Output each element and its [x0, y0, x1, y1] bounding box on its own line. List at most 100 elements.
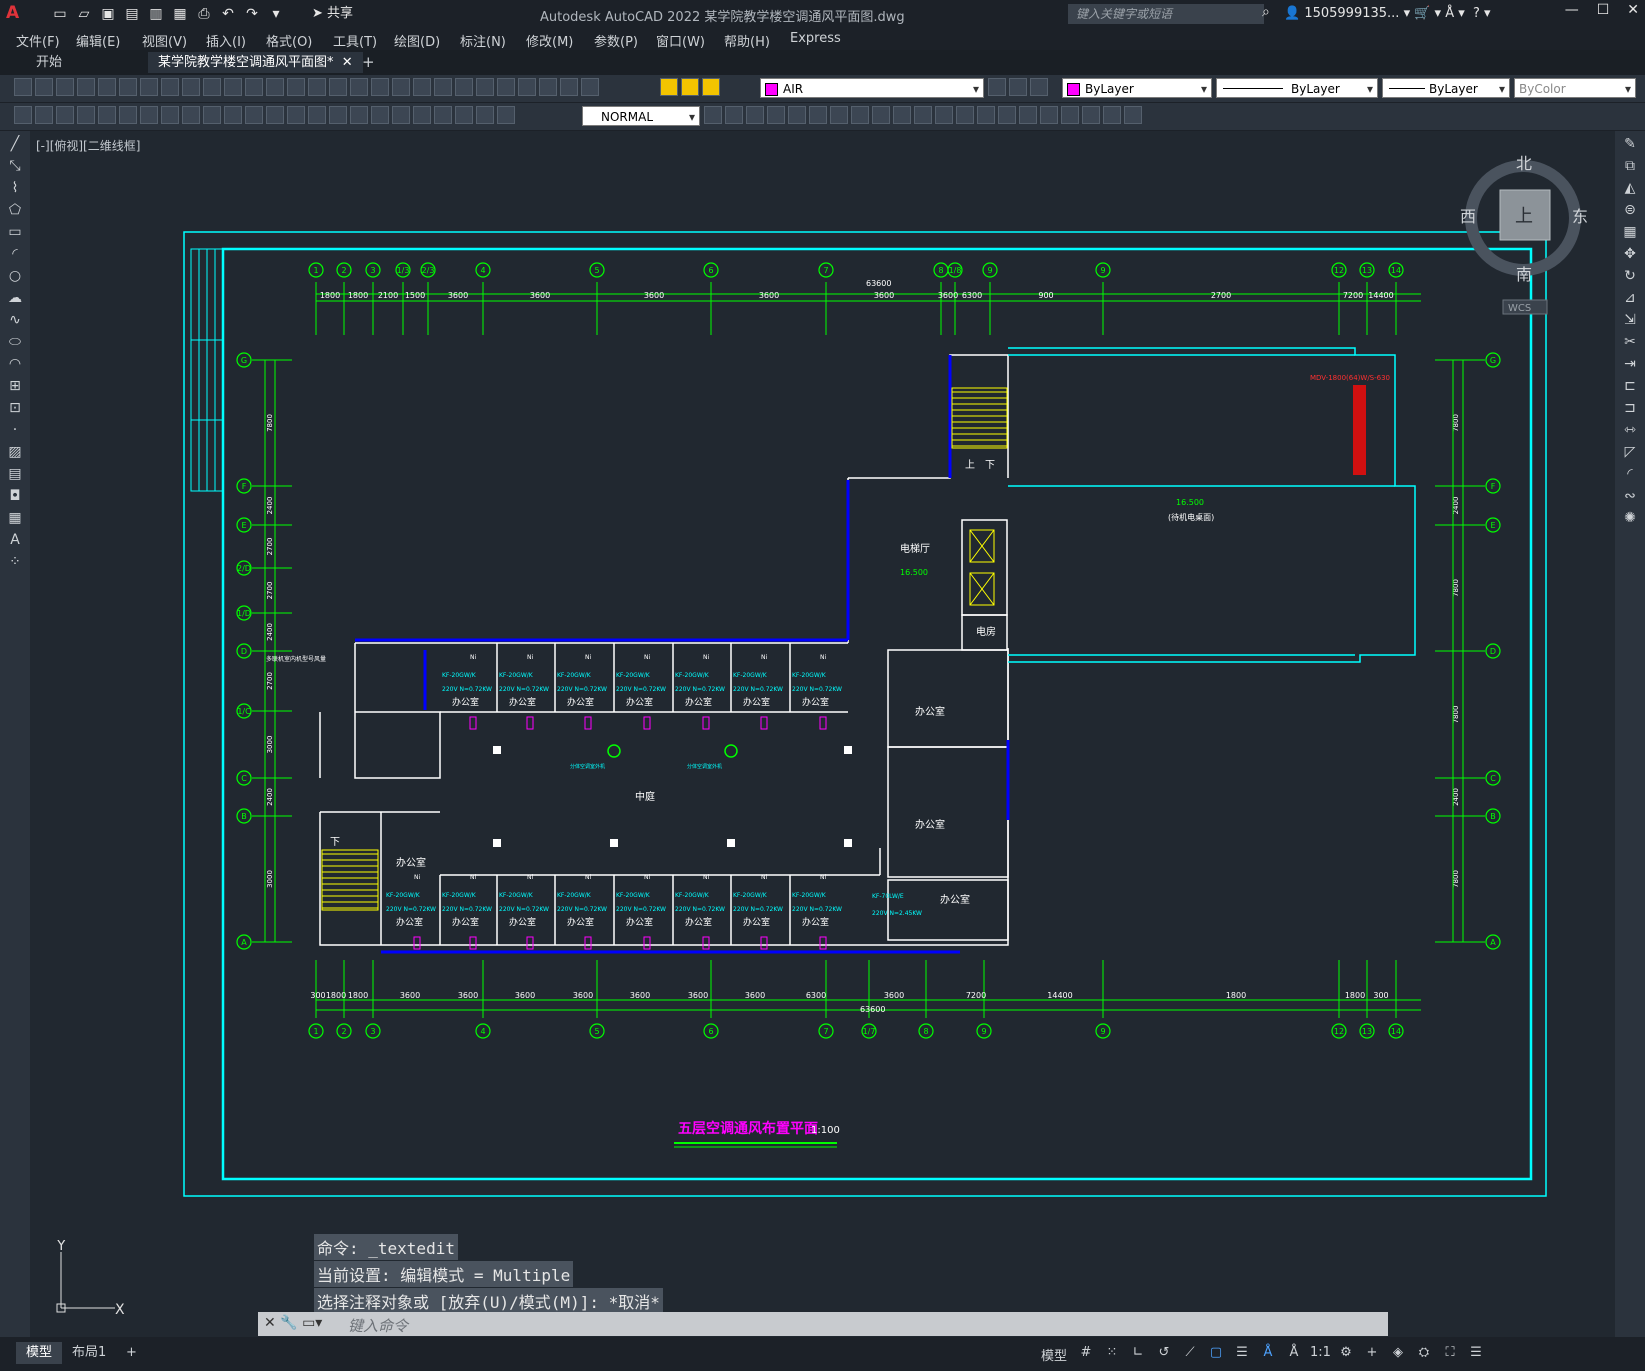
hatch-icon[interactable]: ▨	[6, 443, 24, 461]
isolate-icon[interactable]: ◈	[1388, 1345, 1408, 1363]
hardware-accel-icon[interactable]: ⛭	[1414, 1345, 1434, 1363]
scale-icon[interactable]: ⊿	[1621, 289, 1639, 307]
tool-icon[interactable]	[977, 106, 995, 124]
tool-icon[interactable]	[392, 78, 410, 96]
tool-icon[interactable]	[224, 78, 242, 96]
search-icon[interactable]: ⌕	[1262, 4, 1270, 20]
tool-icon[interactable]	[203, 78, 221, 96]
tool-icon[interactable]	[434, 78, 452, 96]
mtext-icon[interactable]: A	[6, 531, 24, 549]
tool-icon[interactable]	[851, 106, 869, 124]
tool-icon[interactable]	[98, 106, 116, 124]
customize-icon[interactable]: ☰	[1466, 1345, 1486, 1363]
tool-icon[interactable]	[893, 106, 911, 124]
tool-icon[interactable]	[809, 106, 827, 124]
search-input[interactable]: 键入关键字或短语	[1068, 4, 1264, 24]
grid-icon[interactable]: #	[1076, 1345, 1096, 1363]
tool-icon[interactable]	[455, 78, 473, 96]
tool-icon[interactable]	[161, 78, 179, 96]
tool-icon[interactable]	[914, 106, 932, 124]
tool-icon[interactable]	[140, 78, 158, 96]
offset-icon[interactable]: ⊜	[1621, 201, 1639, 219]
tool-icon[interactable]	[266, 78, 284, 96]
tool-icon[interactable]	[329, 78, 347, 96]
gradient-icon[interactable]: ▤	[6, 465, 24, 483]
tool-icon[interactable]	[998, 106, 1016, 124]
break-icon[interactable]: ⊐	[1621, 399, 1639, 417]
customize-icon[interactable]: ▾	[266, 4, 286, 24]
add-layout-button[interactable]: +	[116, 1342, 147, 1364]
tool-icon[interactable]	[956, 106, 974, 124]
tool-icon[interactable]	[518, 78, 536, 96]
tool-icon[interactable]	[1124, 106, 1142, 124]
tool-icon[interactable]	[497, 78, 515, 96]
tab-drawing[interactable]: 某学院教学楼空调通风平面图* ✕	[148, 52, 363, 73]
rectangle-icon[interactable]: ▭	[6, 223, 24, 241]
arc-icon[interactable]: ◜	[6, 245, 24, 263]
menu-format[interactable]: 格式(O)	[266, 31, 312, 50]
stretch-icon[interactable]: ⇲	[1621, 311, 1639, 329]
new-tab-button[interactable]: +	[362, 53, 375, 71]
layer-tool-icon[interactable]	[988, 78, 1006, 96]
annotation-visibility-icon[interactable]: Å	[1258, 1345, 1278, 1363]
minimize-button[interactable]: —	[1565, 2, 1579, 18]
lineweight-icon[interactable]: ☰	[1232, 1345, 1252, 1363]
tool-icon[interactable]	[371, 106, 389, 124]
tool-icon[interactable]	[119, 78, 137, 96]
linetype-dropdown[interactable]: ByLayer ▾	[1216, 78, 1378, 98]
undo-icon[interactable]: ↶	[218, 4, 238, 24]
tool-icon[interactable]	[350, 106, 368, 124]
tool-icon[interactable]	[119, 106, 137, 124]
tool-icon[interactable]	[287, 78, 305, 96]
osnap-icon[interactable]: ▢	[1206, 1345, 1226, 1363]
trim-icon[interactable]: ✂	[1621, 333, 1639, 351]
plot-icon[interactable]: ⎙	[194, 4, 214, 24]
viewport-label[interactable]: [-][俯视][二维线框]	[36, 137, 140, 154]
insert-block-icon[interactable]: ⊞	[6, 377, 24, 395]
floor-plan[interactable]: 1 2 3 1/3 2/3 4 5 6 7 8 1/8 9 9 12 13 14 1800 1800 2100 15…	[30, 131, 1615, 1337]
menu-parametric[interactable]: 参数(P)	[594, 31, 638, 50]
tool-icon[interactable]	[455, 106, 473, 124]
add-selected-icon[interactable]: ⁘	[6, 553, 24, 571]
tool-icon[interactable]	[746, 106, 764, 124]
layer-freeze-icon[interactable]	[681, 78, 699, 96]
maximize-button[interactable]: ☐	[1597, 2, 1610, 18]
close-button[interactable]: ✕	[1627, 2, 1639, 18]
plotstyle-dropdown[interactable]: ByColor ▾	[1514, 78, 1636, 98]
tool-icon[interactable]	[56, 78, 74, 96]
web-open-icon[interactable]: ▥	[146, 4, 166, 24]
tool-icon[interactable]	[35, 78, 53, 96]
revcloud-icon[interactable]: ☁	[6, 289, 24, 307]
command-line[interactable]: ✕ 🔧 ▭▾ 键入命令	[258, 1312, 1388, 1336]
move-icon[interactable]: ✥	[1621, 245, 1639, 263]
spline-icon[interactable]: ∿	[6, 311, 24, 329]
fullscreen-icon[interactable]: ⛶	[1440, 1345, 1460, 1363]
color-dropdown[interactable]: ByLayer ▾	[1062, 78, 1212, 98]
circle-icon[interactable]: ○	[6, 267, 24, 285]
menu-tools[interactable]: 工具(T)	[333, 31, 377, 50]
layer-on-icon[interactable]	[660, 78, 678, 96]
menu-insert[interactable]: 插入(I)	[206, 31, 246, 50]
viewcube[interactable]: 上 北 南 东 西 WCS	[1458, 150, 1588, 330]
plus-icon[interactable]: +	[1362, 1345, 1382, 1363]
blend-icon[interactable]: ∾	[1621, 487, 1639, 505]
tool-icon[interactable]	[371, 78, 389, 96]
dimstyle-dropdown[interactable]: NORMAL ▾	[582, 106, 700, 126]
tool-icon[interactable]	[476, 78, 494, 96]
menu-file[interactable]: 文件(F)	[16, 31, 60, 50]
tool-icon[interactable]	[245, 78, 263, 96]
tool-icon[interactable]	[35, 106, 53, 124]
line-icon[interactable]: ╱	[6, 135, 24, 153]
gear-icon[interactable]: ⚙	[1336, 1345, 1356, 1363]
layer-lock-icon[interactable]	[702, 78, 720, 96]
tool-icon[interactable]	[182, 78, 200, 96]
layer-dropdown[interactable]: AIR ▾	[760, 78, 984, 98]
tool-icon[interactable]	[1103, 106, 1121, 124]
tool-icon[interactable]	[413, 106, 431, 124]
tool-icon[interactable]	[182, 106, 200, 124]
tool-icon[interactable]	[266, 106, 284, 124]
tool-icon[interactable]	[935, 106, 953, 124]
mirror-icon[interactable]: ◭	[1621, 179, 1639, 197]
tool-icon[interactable]	[14, 106, 32, 124]
tool-icon[interactable]	[788, 106, 806, 124]
